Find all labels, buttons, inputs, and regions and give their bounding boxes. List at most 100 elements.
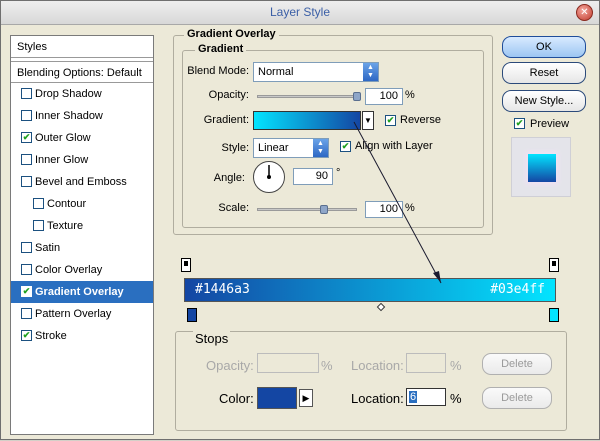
- scale-input[interactable]: 100: [365, 201, 403, 218]
- opacity-percent: %: [405, 89, 415, 101]
- gradient-overlay-group: Gradient Overlay Gradient Blend Mode: No…: [173, 28, 493, 235]
- style-item-inner-shadow[interactable]: Inner Shadow: [11, 105, 153, 127]
- opacity-stop-left[interactable]: [181, 258, 191, 272]
- style-item-pattern-overlay[interactable]: Pattern Overlay: [11, 303, 153, 325]
- style-item-color-overlay[interactable]: Color Overlay: [11, 259, 153, 281]
- reverse-label: Reverse: [400, 114, 441, 126]
- style-item-label: Color Overlay: [35, 264, 103, 276]
- style-item-stroke[interactable]: Stroke: [11, 325, 153, 347]
- left-hex-label: #1446a3: [195, 282, 250, 297]
- gradient-editor-bar[interactable]: #1446a3 #03e4ff: [184, 278, 556, 302]
- style-checkbox[interactable]: [21, 264, 32, 275]
- color-menu-button[interactable]: ▶: [299, 389, 313, 407]
- style-item-label: Contour: [47, 198, 87, 210]
- color-stop-delete-button[interactable]: Delete: [482, 387, 552, 409]
- align-with-layer-label: Align with Layer: [355, 140, 433, 152]
- stop-color-location-value: 6: [409, 391, 418, 403]
- style-item-drop-shadow[interactable]: Drop Shadow: [11, 83, 153, 105]
- style-item-label: Inner Shadow: [35, 110, 103, 122]
- reset-button[interactable]: Reset: [502, 62, 586, 84]
- style-checkbox[interactable]: [21, 242, 32, 253]
- gradient-subgroup: Gradient Blend Mode: Normal ▲ ▼ Opacity: …: [182, 43, 484, 228]
- scale-slider-thumb[interactable]: [319, 205, 328, 214]
- style-checkbox[interactable]: [21, 176, 32, 187]
- style-item-satin[interactable]: Satin: [11, 237, 153, 259]
- gradient-midpoint-diamond[interactable]: [376, 302, 386, 312]
- style-item-label: Inner Glow: [35, 154, 89, 166]
- angle-degree: °: [336, 167, 341, 179]
- scale-percent: %: [405, 202, 415, 214]
- opacity-input[interactable]: 100: [365, 88, 403, 105]
- close-button[interactable]: ✕: [576, 4, 593, 21]
- opacity-slider[interactable]: [257, 95, 357, 98]
- opacity-stop-delete-button[interactable]: Delete: [482, 353, 552, 375]
- angle-dial[interactable]: [253, 161, 285, 193]
- stop-color-location-percent: %: [450, 391, 462, 406]
- scale-label: Scale:: [218, 202, 249, 214]
- stop-color-location-input[interactable]: 6: [406, 388, 446, 406]
- style-item-label: Bevel and Emboss: [35, 176, 127, 188]
- style-checkbox[interactable]: [21, 88, 32, 99]
- gradient-overlay-title: Gradient Overlay: [184, 28, 279, 40]
- stop-color-swatch[interactable]: [257, 387, 297, 409]
- gradient-subgroup-title: Gradient: [195, 43, 247, 55]
- blend-mode-select[interactable]: Normal ▲ ▼: [253, 62, 379, 82]
- select-arrows-icon: ▲ ▼: [363, 63, 378, 81]
- style-item-label: Outer Glow: [35, 132, 91, 144]
- stop-color-label: Color:: [219, 391, 254, 406]
- style-items: Drop Shadow Inner Shadow Outer Glow Inner G…: [11, 83, 153, 347]
- opacity-label: Opacity:: [208, 89, 249, 101]
- stops-title: Stops: [193, 331, 231, 346]
- style-item-outer-glow[interactable]: Outer Glow: [11, 127, 153, 149]
- stop-opacity-location-label: Location:: [351, 358, 404, 373]
- angle-input[interactable]: 90: [293, 168, 333, 185]
- blend-mode-label: Blend Mode:: [187, 65, 249, 77]
- style-checkbox[interactable]: [33, 220, 44, 231]
- layer-style-dialog: Layer Style ✕ Styles Blending Options: D…: [0, 0, 600, 440]
- opacity-stop-right[interactable]: [549, 258, 559, 272]
- style-checkbox[interactable]: [21, 154, 32, 165]
- gradient-picker-button[interactable]: ▼: [362, 111, 374, 130]
- ok-button[interactable]: OK: [502, 36, 586, 58]
- gradient-preview-swatch[interactable]: [253, 111, 361, 130]
- opacity-slider-thumb[interactable]: [353, 92, 361, 101]
- new-style-button[interactable]: New Style...: [502, 90, 586, 112]
- angle-needle-icon: [267, 165, 271, 179]
- style-checkbox[interactable]: [33, 198, 44, 209]
- style-item-contour[interactable]: Contour: [11, 193, 153, 215]
- preview-checkbox[interactable]: [514, 118, 525, 129]
- style-item-inner-glow[interactable]: Inner Glow: [11, 149, 153, 171]
- stop-opacity-location-percent: %: [450, 358, 462, 373]
- gradient-label: Gradient:: [203, 114, 249, 126]
- chevron-down-icon: ▼: [364, 116, 372, 125]
- close-icon: ✕: [580, 7, 589, 18]
- stop-opacity-location-input[interactable]: [406, 353, 446, 373]
- styles-list: Styles Blending Options: Default Drop Sh…: [10, 35, 154, 435]
- style-label: Style:: [221, 142, 249, 154]
- scale-slider[interactable]: [257, 208, 357, 211]
- style-checkbox[interactable]: [21, 286, 32, 297]
- style-item-label: Drop Shadow: [35, 88, 102, 100]
- style-item-texture[interactable]: Texture: [11, 215, 153, 237]
- style-item-gradient-overlay[interactable]: Gradient Overlay: [11, 281, 153, 303]
- reverse-checkbox[interactable]: [385, 115, 396, 126]
- style-checkbox[interactable]: [21, 308, 32, 319]
- color-stop-right[interactable]: [549, 308, 559, 322]
- align-with-layer-checkbox[interactable]: [340, 141, 351, 152]
- title-bar[interactable]: Layer Style ✕: [1, 1, 599, 25]
- style-checkbox[interactable]: [21, 330, 32, 341]
- style-item-bevel-and-emboss[interactable]: Bevel and Emboss: [11, 171, 153, 193]
- blending-options-item[interactable]: Blending Options: Default: [11, 61, 153, 83]
- angle-label: Angle:: [213, 172, 245, 184]
- style-select[interactable]: Linear ▲ ▼: [253, 138, 329, 158]
- styles-header[interactable]: Styles: [11, 36, 153, 58]
- stop-opacity-label: Opacity:: [206, 358, 254, 373]
- blend-mode-value: Normal: [258, 66, 294, 78]
- color-stop-left[interactable]: [187, 308, 197, 322]
- style-item-label: Gradient Overlay: [35, 286, 124, 298]
- style-item-label: Stroke: [35, 330, 67, 342]
- window-title: Layer Style: [269, 5, 331, 19]
- style-checkbox[interactable]: [21, 110, 32, 121]
- stop-opacity-input[interactable]: [257, 353, 319, 373]
- style-checkbox[interactable]: [21, 132, 32, 143]
